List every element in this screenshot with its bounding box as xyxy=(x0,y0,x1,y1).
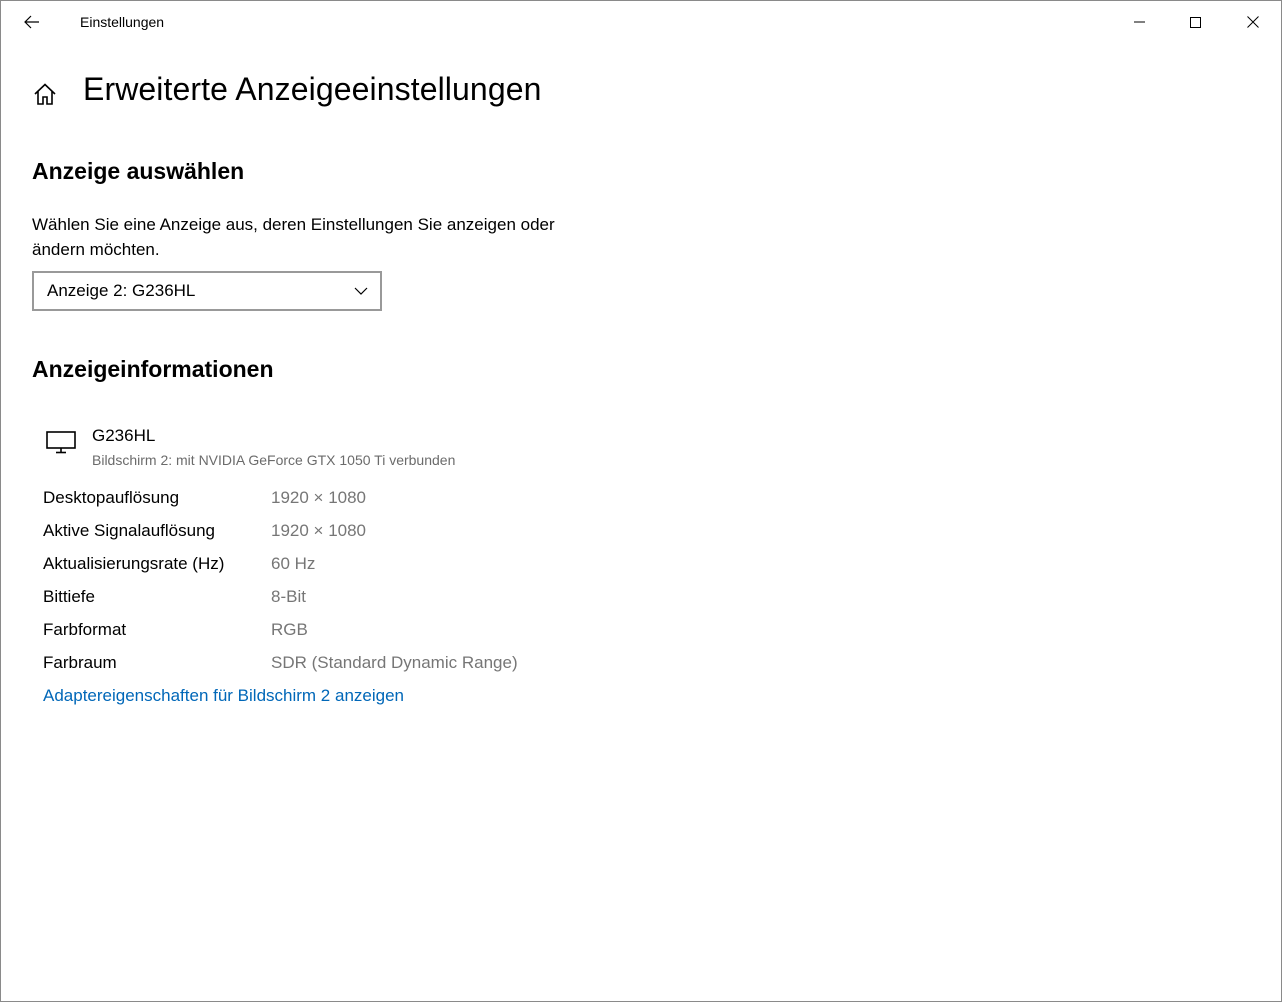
info-label: Aktualisierungsrate (Hz) xyxy=(43,554,225,573)
info-label: Farbraum xyxy=(43,653,117,672)
app-title: Einstellungen xyxy=(80,14,165,30)
info-value: 1920 × 1080 xyxy=(271,521,367,540)
info-value: 60 Hz xyxy=(271,554,316,573)
monitor-icon xyxy=(46,431,76,455)
display-select-value: Anzeige 2: G236HL xyxy=(47,281,196,300)
info-label: Aktive Signalauflösung xyxy=(43,521,216,540)
home-icon[interactable] xyxy=(32,81,58,107)
info-value: 1920 × 1080 xyxy=(271,488,367,507)
display-info-heading: Anzeigeinformationen xyxy=(32,356,274,382)
close-button[interactable] xyxy=(1224,1,1281,43)
settings-window: Einstellungen Erweiterte Anzeigeeinstell… xyxy=(0,0,1282,1002)
display-select-dropdown[interactable]: Anzeige 2: G236HL xyxy=(32,271,382,311)
monitor-name: G236HL xyxy=(92,426,156,445)
select-display-heading: Anzeige auswählen xyxy=(32,158,245,184)
back-arrow-icon xyxy=(24,15,39,29)
info-value: RGB xyxy=(271,620,308,639)
info-label: Desktopauflösung xyxy=(43,488,180,507)
info-label: Bittiefe xyxy=(43,587,95,606)
title-bar: Einstellungen xyxy=(1,1,1281,43)
select-display-description: Wählen Sie eine Anzeige aus, deren Einst… xyxy=(32,215,555,259)
minimize-button[interactable] xyxy=(1111,1,1168,43)
info-value: 8-Bit xyxy=(271,587,306,606)
minimize-icon xyxy=(1134,21,1145,23)
page-title: Erweiterte Anzeigeeinstellungen xyxy=(83,71,542,107)
chevron-down-icon xyxy=(354,287,368,295)
info-label: Farbformat xyxy=(43,620,127,639)
info-value: SDR (Standard Dynamic Range) xyxy=(271,653,518,672)
maximize-button[interactable] xyxy=(1167,1,1224,43)
adapter-properties-link[interactable]: Adaptereigenschaften für Bildschirm 2 an… xyxy=(43,686,404,706)
monitor-subtitle: Bildschirm 2: mit NVIDIA GeForce GTX 105… xyxy=(92,452,456,468)
close-icon xyxy=(1246,16,1259,28)
back-button[interactable] xyxy=(10,3,54,41)
maximize-icon xyxy=(1190,16,1201,28)
